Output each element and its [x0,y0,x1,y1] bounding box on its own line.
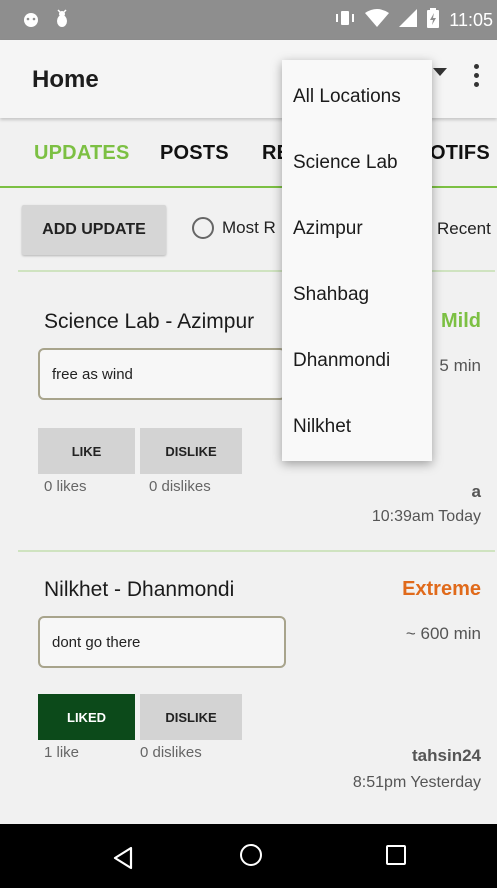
dropdown-item-all-locations[interactable]: All Locations [293,86,401,108]
radio-most-label: Most R [222,218,276,237]
dropdown-item-dhanmondi[interactable]: Dhanmondi [293,350,390,372]
add-update-button[interactable]: ADD UPDATE [22,205,166,255]
radio-most-relevant[interactable]: Most R [192,217,276,239]
dropdown-item-nilkhet[interactable]: Nilkhet [293,416,351,438]
android-icon [22,11,40,32]
dropdown-item-science-lab[interactable]: Science Lab [293,152,398,174]
duration-text: 5 min [439,356,481,375]
location-dropdown-caret-icon[interactable] [433,68,447,76]
radio-circle-icon[interactable] [192,217,214,239]
update-route: Nilkhet - Dhanmondi [44,578,235,601]
severity-badge: Extreme [402,578,481,600]
route-from: Nilkhet [44,578,109,601]
dropdown-item-azimpur[interactable]: Azimpur [293,218,363,240]
like-button[interactable]: LIKE [38,428,135,474]
location-dropdown-menu: All Locations Science Lab Azimpur Shahba… [282,60,432,461]
home-icon[interactable] [240,844,262,866]
debug-icon [54,9,70,34]
post-time: 8:51pm Yesterday [352,774,481,791]
status-left-icons [22,9,70,34]
comment-box: free as wind [38,348,286,400]
recent-apps-icon[interactable] [386,845,406,865]
tab-updates[interactable]: UPDATES [34,142,129,165]
likes-count: 1 like [44,744,80,761]
dislike-button[interactable]: DISLIKE [140,694,242,740]
status-bar: 11:05 [0,0,497,40]
vibrate-icon [335,9,355,32]
comment-box: dont go there [38,616,286,668]
navigation-bar [0,824,497,888]
duration-text: ~ 600 min [405,624,481,643]
route-to: Azimpur [177,310,255,333]
back-icon[interactable] [112,846,134,875]
overflow-menu-icon[interactable] [474,64,480,90]
dislikes-count: 0 dislikes [149,478,211,495]
likes-count: 0 likes [44,478,87,495]
signal-icon [399,9,418,32]
radio-recent-label[interactable]: Recent [437,219,491,239]
severity-badge: Mild [441,310,481,332]
dislike-button[interactable]: DISLIKE [140,428,242,474]
dislikes-count: 0 dislikes [140,744,202,761]
page-title: Home [32,66,99,93]
wifi-icon [365,9,390,32]
update-route: Science Lab - Azimpur [44,310,255,333]
dropdown-item-shahbag[interactable]: Shahbag [293,284,369,306]
status-time: 11:05 [449,10,493,30]
update-card: Nilkhet - Dhanmondi Extreme ~ 600 min do… [0,552,497,824]
author-name: a [471,482,481,501]
route-from: Science Lab [44,310,160,333]
tab-notifs[interactable]: OTIFS [430,142,490,165]
tab-posts[interactable]: POSTS [160,142,229,165]
status-right-icons: 11:05 [335,8,493,33]
author-name: tahsin24 [412,746,481,765]
battery-icon [427,8,440,33]
liked-button[interactable]: LIKED [38,694,135,740]
post-time: 10:39am Today [371,508,481,525]
route-to: Dhanmondi [126,578,235,601]
